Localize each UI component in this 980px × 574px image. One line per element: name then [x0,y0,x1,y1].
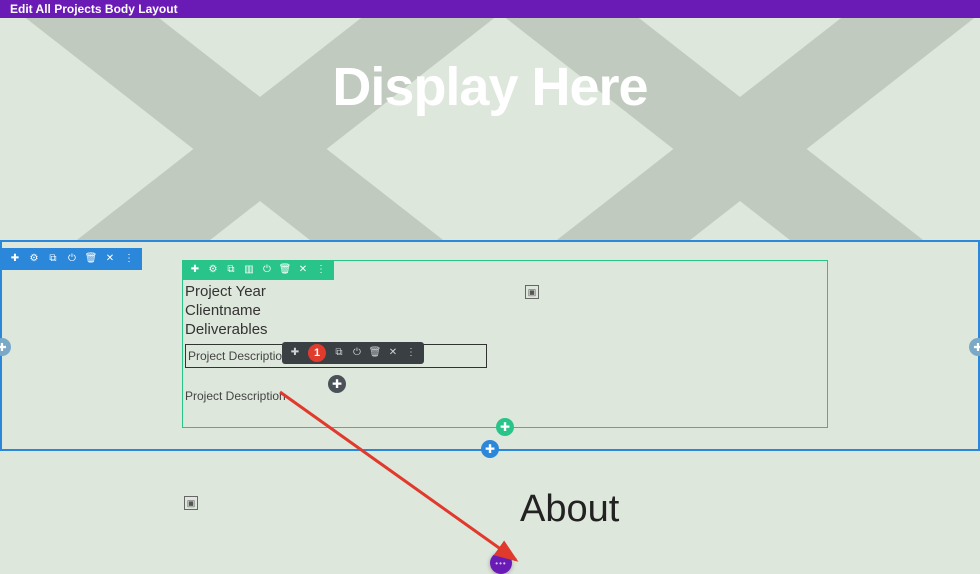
hero-heading: Display Here [0,18,980,118]
more-icon[interactable]: ⋮ [406,348,416,358]
close-icon[interactable]: ✕ [105,254,115,264]
project-fields: Project Year Clientname Deliverables [185,283,268,339]
trash-icon[interactable]: 🗑 [370,348,380,358]
more-icon[interactable]: ⋮ [316,265,326,275]
editor-topbar: Edit All Projects Body Layout [0,0,980,18]
plus-icon[interactable]: ✚ [290,348,300,358]
section-add-button[interactable]: ✚ [481,440,499,458]
gear-icon[interactable]: ⚙ [208,265,218,275]
power-icon[interactable]: ⏻ [67,254,77,264]
section-toolbar: ✚ ⚙ ⧉ ⏻ 🗑 ✕ ⋮ [2,248,142,270]
gear-icon[interactable]: ⚙ [29,254,39,264]
module-label: Project Description [185,389,286,403]
duplicate-icon[interactable]: ⧉ [334,348,344,358]
trash-icon[interactable]: 🗑 [280,265,290,275]
editor-title: Edit All Projects Body Layout [10,2,178,16]
duplicate-icon[interactable]: ⧉ [48,254,58,264]
about-heading: About [520,488,619,531]
broken-image-icon: ▣ [525,285,539,299]
broken-image-icon: ▣ [184,496,198,510]
close-icon[interactable]: ✕ [388,348,398,358]
row-toolbar: ✚ ⚙ ⧉ ▥ ⏻ 🗑 ✕ ⋮ [182,260,334,280]
row-add-button[interactable]: ✚ [496,418,514,436]
duplicate-icon[interactable]: ⧉ [226,265,236,275]
row-outline[interactable]: ✚ ⚙ ⧉ ▥ ⏻ 🗑 ✕ ⋮ Project Year Clientname … [182,260,828,428]
row-add-left[interactable]: ✚ [0,338,11,356]
columns-icon[interactable]: ▥ [244,265,254,275]
annotation-badge: 1 [308,344,326,362]
field-project-year: Project Year [185,283,268,302]
field-clientname: Clientname [185,302,268,321]
module-project-description[interactable]: Project Description [185,389,286,403]
field-deliverables: Deliverables [185,321,268,340]
plus-icon[interactable]: ✚ [190,265,200,275]
power-icon[interactable]: ⏻ [262,265,272,275]
plus-icon[interactable]: ✚ [10,254,20,264]
more-icon[interactable]: ⋮ [124,254,134,264]
power-icon[interactable]: ⏻ [352,348,362,358]
builder-fab-button[interactable]: ••• [490,552,512,574]
row-add-right[interactable]: ✚ [969,338,980,356]
module-add-button[interactable]: ✚ [328,375,346,393]
trash-icon[interactable]: 🗑 [86,254,96,264]
next-section: ▣ About ••• [0,460,980,574]
section-outline[interactable]: ✚ ⚙ ⧉ ⏻ 🗑 ✕ ⋮ ✚ ✚ ✚ ✚ ⚙ ⧉ ▥ ⏻ 🗑 ✕ ⋮ Proj… [0,240,980,451]
module-toolbar: ✚ 1 ⧉ ⏻ 🗑 ✕ ⋮ [282,342,424,364]
close-icon[interactable]: ✕ [298,265,308,275]
module-label: Project Description [188,349,289,363]
hero-section: Display Here [0,18,980,240]
